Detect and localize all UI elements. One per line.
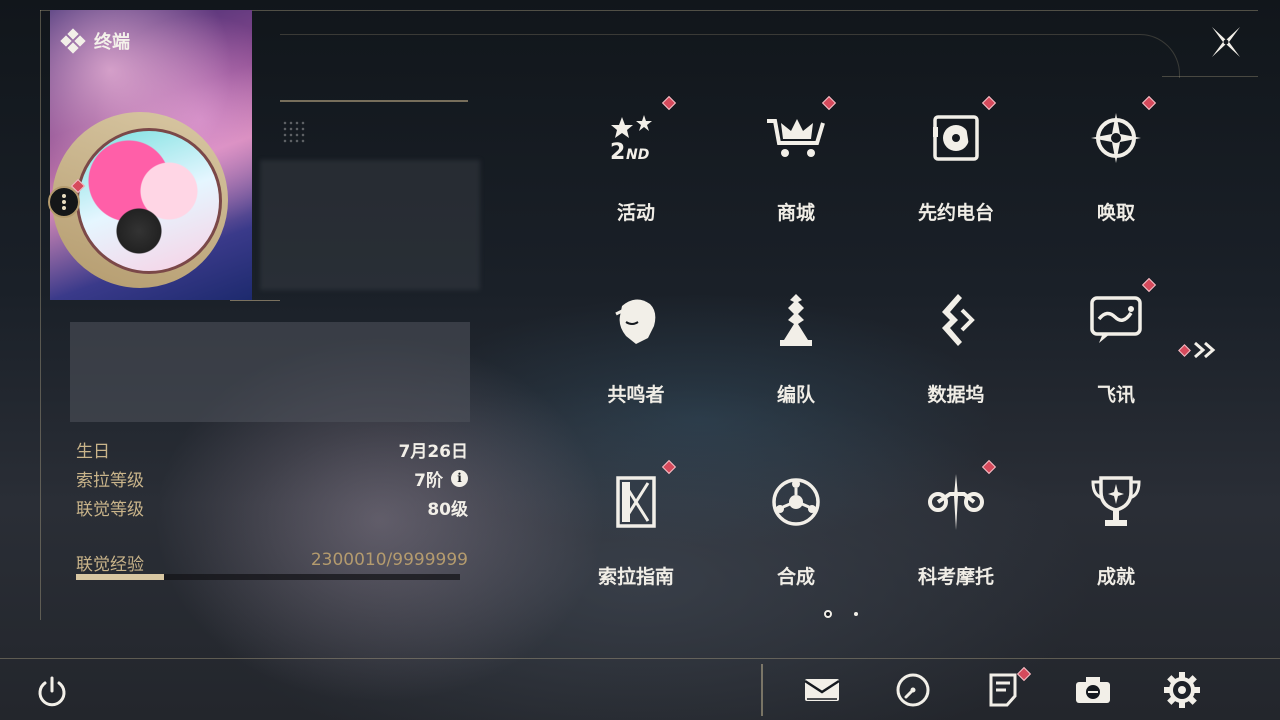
camera-icon bbox=[1076, 677, 1110, 703]
menu-item-11[interactable]: 科考摩托 bbox=[904, 458, 1008, 598]
menu-item-8[interactable]: 飞讯 bbox=[1064, 276, 1168, 416]
menu-item-12[interactable]: 成就 bbox=[1064, 458, 1168, 598]
close-icon bbox=[1212, 27, 1240, 57]
stat-value: 80级 bbox=[427, 499, 468, 520]
menu-item-label: 先约电台 bbox=[917, 202, 994, 224]
svg-text:2: 2 bbox=[610, 140, 625, 163]
exp-value: 2300010/9999999 bbox=[310, 550, 468, 570]
menu-item-label: 成就 bbox=[1096, 566, 1135, 588]
exp-row: 联觉经验 2300010/9999999 bbox=[76, 550, 468, 575]
stat-row-birthday: 生日 7月26日 bbox=[76, 436, 468, 462]
notice-icon bbox=[989, 673, 1017, 707]
terminal-header: 终端 bbox=[60, 28, 130, 54]
menu-item-label: 商城 bbox=[776, 202, 815, 224]
mail-button[interactable] bbox=[802, 670, 842, 710]
resonator-portrait-icon bbox=[604, 288, 668, 352]
settings-button[interactable] bbox=[1162, 670, 1202, 710]
menu-item-label: 活动 bbox=[616, 202, 655, 224]
close-button[interactable] bbox=[1204, 22, 1248, 62]
page-indicator bbox=[824, 610, 858, 618]
synthesis-icon bbox=[764, 470, 828, 534]
power-button[interactable] bbox=[34, 674, 70, 710]
history-button[interactable] bbox=[893, 670, 933, 710]
blurred-name-panel bbox=[70, 322, 470, 422]
guidebook-icon bbox=[604, 470, 668, 534]
stat-row-union-level: 联觉等级 80级 bbox=[76, 494, 468, 520]
menu-item-5[interactable]: 共鸣者 bbox=[584, 276, 688, 416]
team-chess-icon bbox=[764, 288, 828, 352]
radio-turntable-icon bbox=[924, 106, 988, 170]
stat-label: 生日 bbox=[76, 441, 110, 462]
info-icon[interactable]: i bbox=[451, 469, 468, 487]
frame-line bbox=[40, 10, 41, 620]
menu-item-1[interactable]: 2 ND 活动 bbox=[584, 94, 688, 234]
menu-item-4[interactable]: 唤取 bbox=[1064, 94, 1168, 234]
menu-item-label: 科考摩托 bbox=[917, 566, 994, 588]
menu-item-2[interactable]: 商城 bbox=[744, 94, 848, 234]
menu-item-label: 索拉指南 bbox=[597, 566, 674, 588]
terminal-diamond-icon bbox=[60, 28, 86, 54]
page-dot[interactable] bbox=[824, 610, 832, 618]
menu-item-10[interactable]: 合成 bbox=[744, 458, 848, 598]
camera-button[interactable] bbox=[1073, 670, 1113, 710]
convene-star-icon bbox=[1084, 106, 1148, 170]
frame-line bbox=[1162, 76, 1258, 77]
double-chevron-right-icon bbox=[1194, 341, 1216, 359]
bottom-divider bbox=[0, 658, 1280, 659]
menu-item-label: 共鸣者 bbox=[607, 384, 665, 406]
menu-item-label: 唤取 bbox=[1096, 202, 1135, 224]
next-page-button[interactable] bbox=[1178, 338, 1226, 362]
shop-crown-cart-icon bbox=[764, 106, 828, 170]
menu-item-9[interactable]: 索拉指南 bbox=[584, 458, 688, 598]
trophy-icon bbox=[1084, 470, 1148, 534]
menu-item-label: 数据坞 bbox=[927, 384, 985, 406]
blurred-panel bbox=[260, 160, 480, 290]
decor-dots bbox=[282, 120, 306, 144]
motorcycle-icon bbox=[924, 470, 988, 534]
avatar[interactable] bbox=[76, 128, 222, 274]
exp-progress-fill bbox=[76, 574, 165, 580]
data-bank-icon bbox=[924, 288, 988, 352]
stat-label: 联觉等级 bbox=[76, 499, 144, 520]
frame-line bbox=[280, 34, 1180, 78]
menu-item-label: 飞讯 bbox=[1096, 384, 1135, 406]
settings-gear-icon bbox=[1164, 672, 1200, 708]
page-dot[interactable] bbox=[854, 612, 858, 616]
menu-item-7[interactable]: 数据坞 bbox=[904, 276, 1008, 416]
menu-item-6[interactable]: 编队 bbox=[744, 276, 848, 416]
red-dot-badge bbox=[1178, 343, 1191, 357]
mail-icon bbox=[804, 679, 840, 701]
decor-line bbox=[280, 100, 468, 102]
profile-stats: 生日 7月26日 索拉等级 7阶 i 联觉等级 80级 bbox=[76, 436, 468, 523]
more-vertical-icon bbox=[62, 194, 66, 210]
clock-icon bbox=[896, 673, 930, 707]
page-title: 终端 bbox=[94, 32, 130, 53]
message-chat-icon bbox=[1084, 288, 1148, 352]
stat-value: 7阶 i bbox=[414, 466, 468, 491]
stat-row-sol-rank: 索拉等级 7阶 i bbox=[76, 465, 468, 491]
decor-line bbox=[230, 300, 280, 301]
anniversary-2nd-icon: 2 ND bbox=[604, 106, 668, 170]
stat-value: 7月26日 bbox=[398, 441, 469, 462]
menu-item-label: 合成 bbox=[776, 566, 815, 588]
power-icon bbox=[38, 676, 66, 707]
notice-button[interactable] bbox=[983, 670, 1023, 710]
function-menu-grid: 2 ND 活动 商城 先约电台 唤取共鸣者 编队 数据坞 飞讯索拉指南 合成 科考摩托 成就 bbox=[584, 94, 1168, 606]
menu-item-label: 编队 bbox=[776, 384, 815, 406]
menu-item-3[interactable]: 先约电台 bbox=[904, 94, 1008, 234]
exp-progress-bar bbox=[76, 574, 460, 580]
svg-text:ND: ND bbox=[626, 147, 649, 163]
exp-label: 联觉经验 bbox=[76, 555, 144, 575]
stat-label: 索拉等级 bbox=[76, 470, 144, 491]
bottom-separator bbox=[761, 664, 763, 716]
